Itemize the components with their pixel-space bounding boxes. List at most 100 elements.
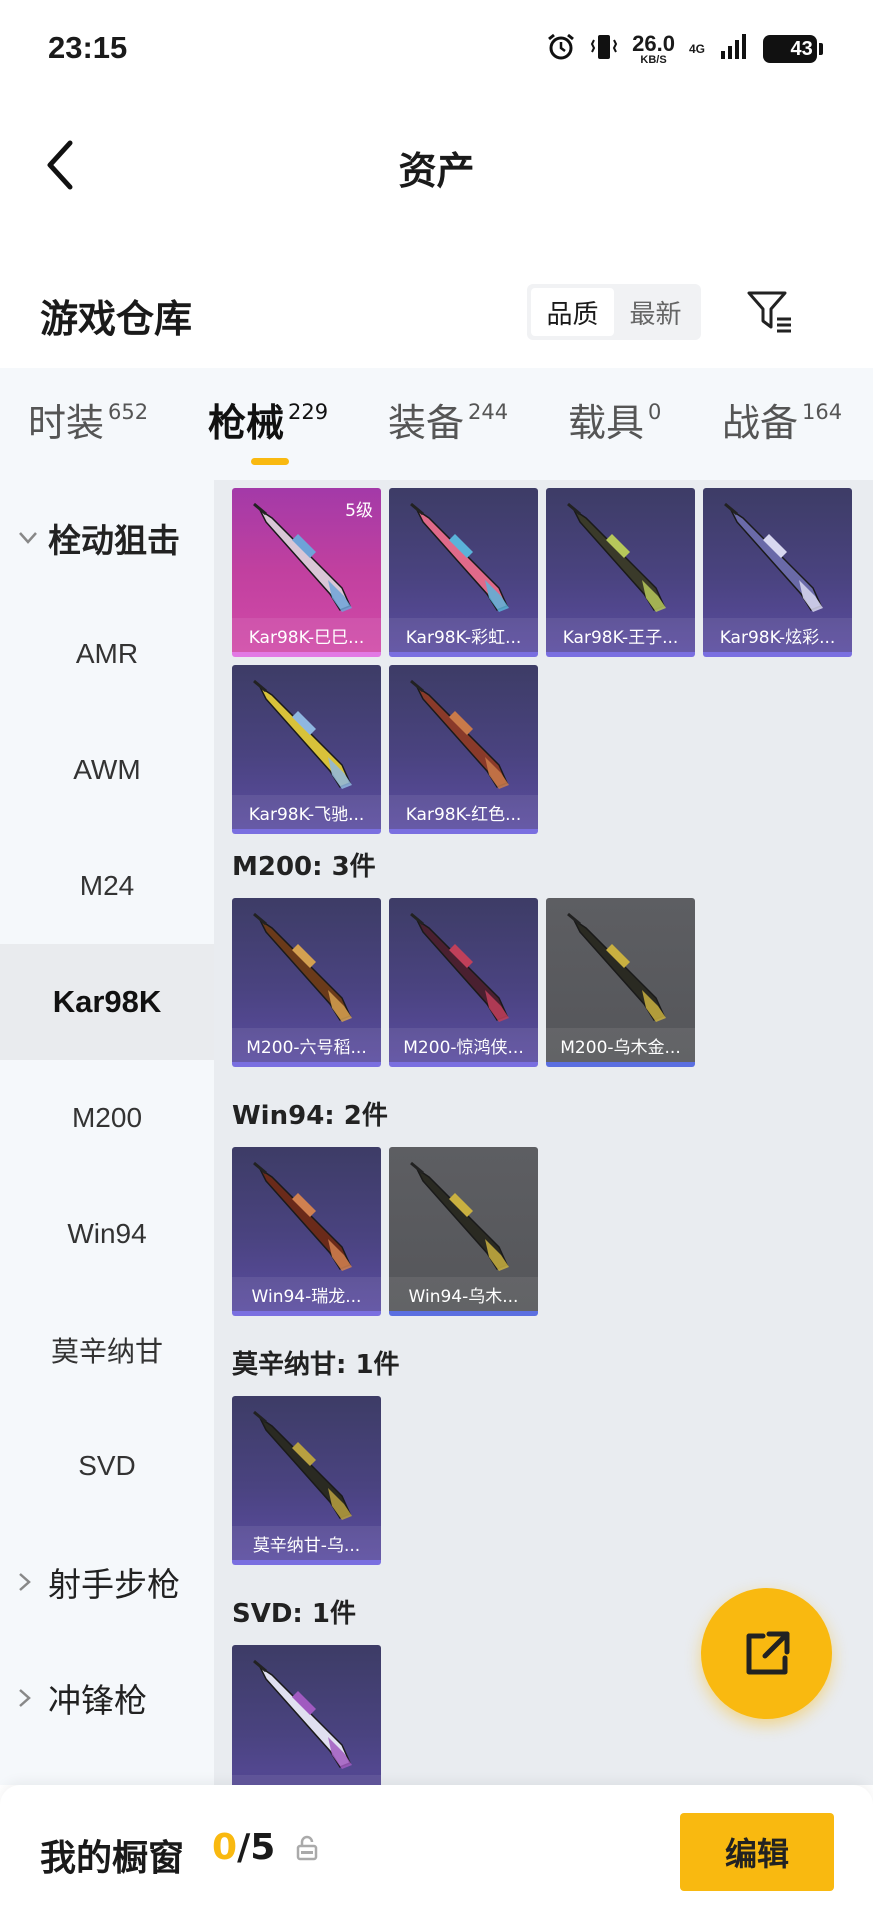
tab-fashion[interactable]: 时装 652: [28, 400, 148, 442]
rifle-icon: [410, 502, 509, 612]
rifle-icon: [567, 502, 666, 612]
rifle-icon: [253, 1659, 352, 1769]
rifle-icon: [410, 1161, 509, 1271]
item-name: Win94-乌木...: [389, 1277, 538, 1311]
sidebar-label: M24: [79, 870, 135, 901]
rifle-icon: [253, 912, 352, 1022]
tab-firearms[interactable]: 枪械 229: [208, 400, 328, 442]
sidebar-label: Kar98K: [52, 984, 162, 1019]
item-card[interactable]: Kar98K-彩虹...: [389, 488, 538, 657]
sidebar-item-kar98k[interactable]: Kar98K: [0, 944, 214, 1060]
item-card[interactable]: M200-惊鸿侠...: [389, 898, 538, 1067]
sidebar-label: 莫辛纳甘: [50, 1336, 163, 1367]
external-link-icon: [746, 1631, 789, 1674]
active-tab-indicator: [251, 458, 289, 465]
network-type: 4G: [688, 42, 705, 56]
chevron-down-icon: [18, 531, 40, 545]
group-label-m200: M200: 3件: [232, 852, 376, 882]
sidebar-group-marksman[interactable]: 射手步枪: [0, 1524, 214, 1640]
item-name: Kar98K-王子...: [546, 618, 695, 652]
showcase-bar: 我的橱窗 0/5 编辑: [0, 1785, 873, 1920]
sidebar-label: 冲锋枪: [48, 1681, 147, 1720]
sidebar-label: AMR: [75, 638, 139, 669]
share-button[interactable]: [701, 1588, 832, 1719]
filter-button[interactable]: [742, 282, 798, 342]
sidebar-label: 栓动狙击: [48, 521, 180, 560]
category-tabs: 时装 652 枪械 229 装备 244 载具 0 战备 164: [0, 368, 873, 480]
group-label-svd: SVD: 1件: [232, 1599, 356, 1629]
status-bar: 23:15 26.0 KB/S 4G 43: [0, 0, 873, 100]
item-card[interactable]: Kar98K-红色...: [389, 665, 538, 834]
sidebar-label: M200: [71, 1102, 143, 1133]
sidebar-item-amr[interactable]: AMR: [0, 596, 214, 712]
rifle-icon: [253, 1161, 352, 1271]
tab-vehicles[interactable]: 载具 0: [568, 400, 661, 442]
item-name: M200-乌木金...: [546, 1028, 695, 1062]
sidebar-label: AWM: [73, 754, 141, 785]
sidebar-item-莫辛纳甘[interactable]: 莫辛纳甘: [0, 1292, 214, 1408]
sidebar-label: Win94: [67, 1218, 147, 1249]
vibrate-icon: [590, 32, 618, 66]
signal-icon: [719, 33, 749, 65]
edit-button[interactable]: 编辑: [680, 1813, 834, 1891]
rifle-icon: [724, 502, 823, 612]
sidebar-item-awm[interactable]: AWM: [0, 712, 214, 828]
item-card[interactable]: Kar98K-炫彩...: [703, 488, 852, 657]
sidebar-item-win94[interactable]: Win94: [0, 1176, 214, 1292]
battery-icon: 43: [763, 35, 823, 63]
item-name: Win94-瑞龙...: [232, 1277, 381, 1311]
sort-option-newest[interactable]: 最新: [614, 288, 697, 336]
net-speed: 26.0 KB/S: [632, 30, 675, 66]
sort-option-quality[interactable]: 品质: [531, 288, 614, 336]
battery-level-text: 43: [790, 37, 813, 60]
item-name: M200-惊鸿侠...: [389, 1028, 538, 1062]
sidebar-label: 射手步枪: [48, 1565, 180, 1604]
rifle-icon: [253, 679, 352, 789]
status-icons: 26.0 KB/S 4G 43: [546, 30, 823, 66]
rifle-icon: [253, 1410, 352, 1520]
lock-icon: [296, 1835, 318, 1865]
tab-equipment[interactable]: 装备 244: [388, 400, 508, 442]
item-card[interactable]: Win94-乌木...: [389, 1147, 538, 1316]
group-label-mosin: 莫辛纳甘: 1件: [232, 1350, 400, 1380]
item-name: Kar98K-红色...: [389, 795, 538, 829]
item-name: M200-六号稻...: [232, 1028, 381, 1062]
item-name: Kar98K-彩虹...: [389, 618, 538, 652]
tab-supplies[interactable]: 战备 164: [722, 400, 842, 442]
sidebar-group-smg[interactable]: 冲锋枪: [0, 1640, 214, 1756]
sidebar-item-m24[interactable]: M24: [0, 828, 214, 944]
chevron-right-icon: [18, 1688, 40, 1708]
item-name: Kar98K-巳巳...: [232, 618, 381, 652]
level-badge: 5级: [345, 501, 373, 521]
rifle-icon: [410, 679, 509, 789]
sidebar-label: SVD: [78, 1450, 136, 1481]
sort-toggle: 品质 最新: [527, 284, 701, 340]
weapon-sidebar: 栓动狙击 AMR AWM M24 Kar98K M200 Win94 莫辛纳甘 SVD 射手步枪冲…: [0, 480, 214, 1785]
item-card[interactable]: [232, 1645, 381, 1785]
rifle-icon: [410, 912, 509, 1022]
item-card[interactable]: M200-乌木金...: [546, 898, 695, 1067]
sidebar-item-svd[interactable]: SVD: [0, 1408, 214, 1524]
showcase-count: 0/5: [212, 1827, 276, 1868]
item-card[interactable]: 5级 Kar98K-巳巳...: [232, 488, 381, 657]
group-label-win94: Win94: 2件: [232, 1101, 388, 1131]
sidebar-item-m200[interactable]: M200: [0, 1060, 214, 1176]
alarm-icon: [546, 32, 576, 66]
item-name: [232, 1775, 381, 1785]
item-card[interactable]: 莫辛纳甘-乌...: [232, 1396, 381, 1565]
showcase-title: 我的橱窗: [40, 1838, 185, 1879]
item-card[interactable]: M200-六号稻...: [232, 898, 381, 1067]
page-title: 资产: [398, 149, 475, 193]
item-name: Kar98K-炫彩...: [703, 618, 852, 652]
item-card[interactable]: Win94-瑞龙...: [232, 1147, 381, 1316]
item-card[interactable]: Kar98K-王子...: [546, 488, 695, 657]
filter-icon: [747, 291, 791, 333]
chevron-right-icon: [18, 1572, 40, 1592]
rifle-icon: [567, 912, 666, 1022]
item-name: 莫辛纳甘-乌...: [232, 1526, 381, 1560]
sidebar-group-bolt-action[interactable]: 栓动狙击: [0, 480, 214, 596]
section-title: 游戏仓库: [40, 297, 193, 341]
item-card[interactable]: Kar98K-飞驰...: [232, 665, 381, 834]
item-name: Kar98K-飞驰...: [232, 795, 381, 829]
status-time: 23:15: [48, 30, 128, 65]
